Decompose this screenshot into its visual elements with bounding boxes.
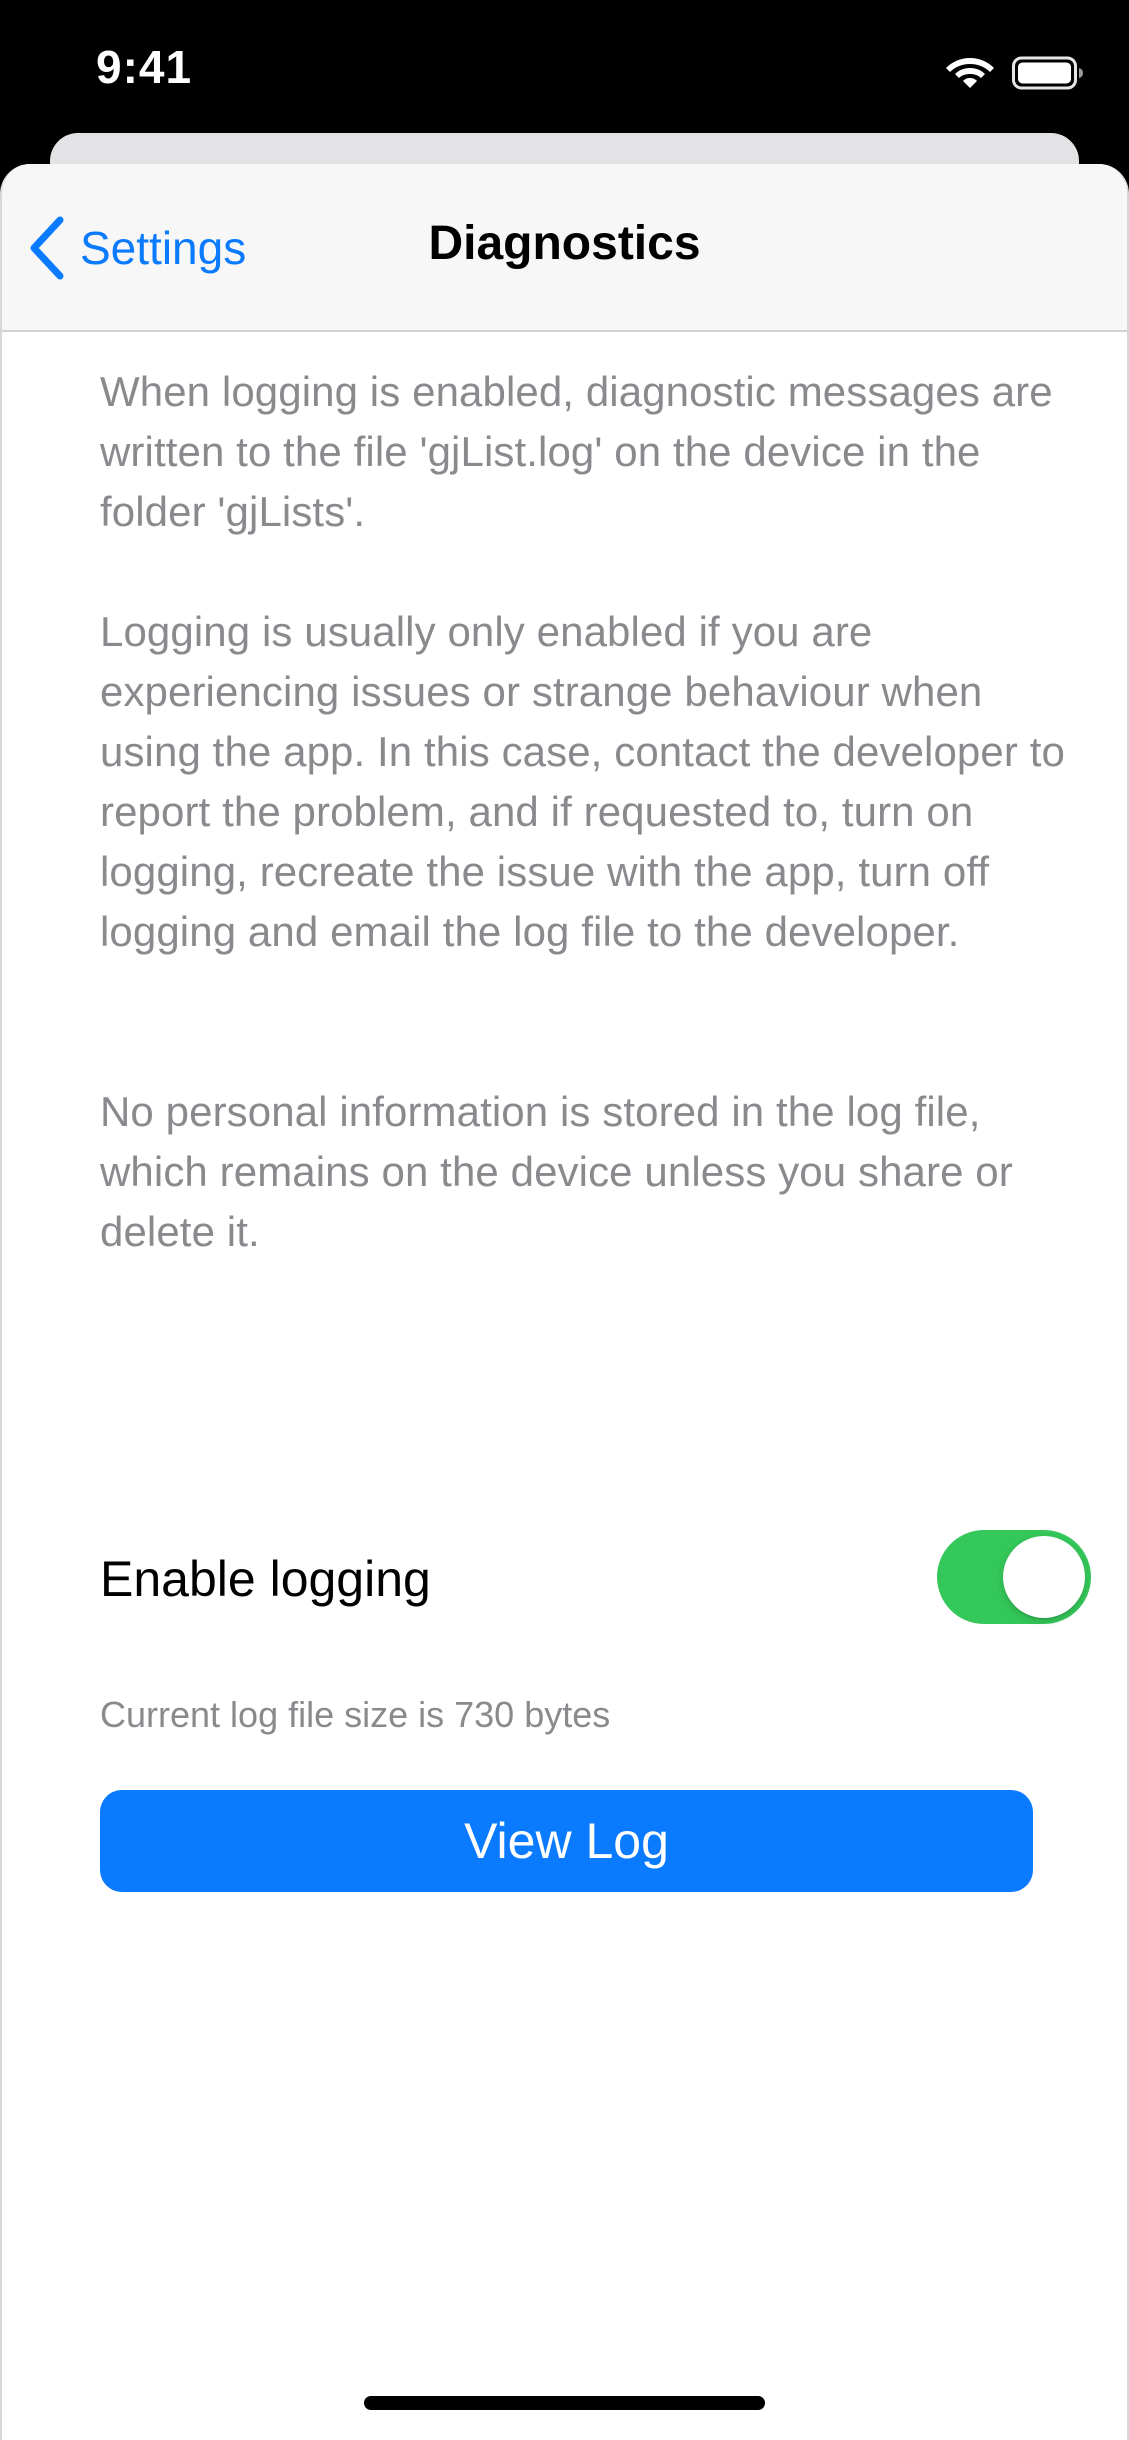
enable-logging-row: Enable logging: [100, 1522, 1091, 1632]
enable-logging-label: Enable logging: [100, 1551, 431, 1607]
wifi-icon: [946, 58, 994, 88]
enable-logging-switch[interactable]: [937, 1530, 1091, 1624]
screen: 9:41 Settings Diagnostics When logging i…: [0, 0, 1129, 2440]
view-log-button[interactable]: View Log: [100, 1790, 1033, 1892]
log-file-size-text: Current log file size is 730 bytes: [100, 1694, 611, 1735]
battery-icon: [1012, 56, 1083, 90]
switch-knob: [1003, 1536, 1085, 1618]
page-title: Diagnostics: [428, 217, 701, 270]
status-time: 9:41: [96, 41, 193, 93]
description-paragraph: When logging is enabled, diagnostic mess…: [100, 368, 1053, 535]
description-paragraph: No personal information is stored in the…: [100, 1088, 1013, 1255]
description-paragraph: Logging is usually only enabled if you a…: [100, 608, 1065, 955]
navigation-bar: Settings Diagnostics: [2, 164, 1127, 332]
home-indicator: [364, 2396, 765, 2410]
diagnostics-sheet: Settings Diagnostics When logging is ena…: [0, 164, 1129, 2440]
